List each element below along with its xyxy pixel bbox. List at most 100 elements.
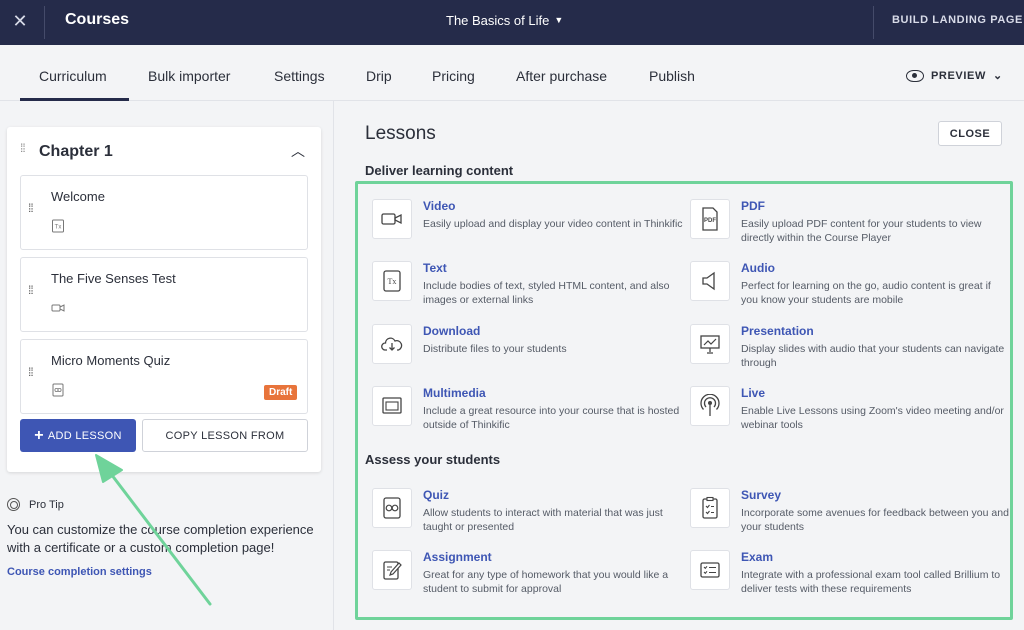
chapter-title[interactable]: Chapter 1 — [39, 143, 113, 161]
lesson-type-video[interactable]: Video Easily upload and display your vid… — [372, 199, 690, 255]
download-icon — [372, 324, 412, 364]
lesson-type-desc: Incorporate some avenues for feedback be… — [741, 506, 1009, 534]
lesson-type-name: Assignment — [423, 550, 492, 564]
lesson-type-name: Live — [741, 386, 765, 400]
copy-lesson-from-button[interactable]: COPY LESSON FROM — [142, 419, 308, 452]
lesson-type-assignment[interactable]: Assignment Great for any type of homewor… — [372, 550, 690, 606]
chevron-down-icon: ⌄ — [993, 69, 1003, 82]
lesson-type-desc: Allow students to interact with material… — [423, 506, 691, 534]
live-icon — [690, 386, 730, 426]
survey-icon — [690, 488, 730, 528]
pro-tip: Pro Tip — [7, 498, 64, 511]
lesson-type-desc: Include bodies of text, styled HTML cont… — [423, 279, 691, 307]
pdf-icon: PDF — [690, 199, 730, 239]
top-bar: ✕ Courses The Basics of Life▼ BUILD LAND… — [0, 0, 1024, 45]
multimedia-icon — [372, 386, 412, 426]
tab-publish[interactable]: Publish — [649, 68, 695, 84]
lesson-type-multimedia[interactable]: Multimedia Include a great resource into… — [372, 386, 690, 442]
video-icon — [51, 301, 65, 315]
svg-text:Tx: Tx — [388, 277, 397, 286]
lesson-type-desc: Distribute files to your students — [423, 342, 691, 356]
lesson-type-desc: Easily upload and display your video con… — [423, 217, 691, 231]
quiz-icon — [372, 488, 412, 528]
eye-icon — [906, 70, 924, 82]
lifebuoy-icon — [7, 498, 20, 511]
lesson-type-name: PDF — [741, 199, 765, 213]
assess-heading: Assess your students — [365, 452, 500, 467]
lessons-panel: Lessons CLOSE Deliver learning content V… — [335, 101, 1024, 630]
presentation-icon — [690, 324, 730, 364]
lesson-item[interactable]: ⁞⁞ The Five Senses Test — [20, 257, 308, 332]
tab-settings[interactable]: Settings — [274, 68, 325, 84]
svg-text:Tx: Tx — [55, 225, 62, 231]
lesson-type-name: Survey — [741, 488, 781, 502]
lesson-type-survey[interactable]: Survey Incorporate some avenues for feed… — [690, 488, 1008, 544]
lesson-type-text[interactable]: Tx Text Include bodies of text, styled H… — [372, 261, 690, 317]
course-selector[interactable]: The Basics of Life▼ — [446, 13, 563, 28]
close-icon[interactable]: ✕ — [10, 10, 30, 32]
build-landing-page-button[interactable]: BUILD LANDING PAGE → — [892, 14, 1024, 26]
divider — [44, 6, 45, 39]
lesson-type-download[interactable]: Download Distribute files to your studen… — [372, 324, 690, 380]
page-title: Courses — [65, 11, 129, 29]
text-icon: Tx — [51, 219, 65, 233]
lesson-type-name: Quiz — [423, 488, 449, 502]
preview-button[interactable]: PREVIEW ⌄ — [906, 69, 1003, 82]
tab-bulk-importer[interactable]: Bulk importer — [148, 68, 230, 84]
lesson-type-name: Video — [423, 199, 455, 213]
lesson-type-desc: Display slides with audio that your stud… — [741, 342, 1009, 370]
text-icon: Tx — [372, 261, 412, 301]
audio-icon — [690, 261, 730, 301]
lesson-type-desc: Include a great resource into your cours… — [423, 404, 691, 432]
preview-label: PREVIEW — [931, 70, 986, 82]
video-icon — [372, 199, 412, 239]
drag-handle-icon[interactable]: ⁞⁞ — [28, 370, 33, 375]
divider — [873, 6, 874, 39]
close-button[interactable]: CLOSE — [938, 121, 1002, 146]
lesson-name: The Five Senses Test — [51, 271, 176, 286]
add-lesson-label: ADD LESSON — [48, 430, 122, 442]
exam-icon — [690, 550, 730, 590]
tab-pricing[interactable]: Pricing — [432, 68, 475, 84]
tab-drip[interactable]: Drip — [366, 68, 392, 84]
pro-tip-label: Pro Tip — [29, 499, 64, 511]
lesson-name: Micro Moments Quiz — [51, 353, 170, 368]
lessons-panel-title: Lessons — [365, 123, 436, 145]
lesson-type-name: Exam — [741, 550, 773, 564]
lesson-type-desc: Easily upload PDF content for your stude… — [741, 217, 1009, 245]
tab-curriculum[interactable]: Curriculum — [39, 68, 107, 84]
lesson-type-desc: Perfect for learning on the go, audio co… — [741, 279, 1009, 307]
drag-handle-icon[interactable]: ⁞⁞ — [20, 145, 25, 151]
lesson-type-presentation[interactable]: Presentation Display slides with audio t… — [690, 324, 1008, 380]
lesson-type-name: Text — [423, 261, 447, 275]
lesson-type-desc: Integrate with a professional exam tool … — [741, 568, 1009, 596]
chapter-card: ⁞⁞ Chapter 1 ︿ ⁞⁞ Welcome Tx ⁞⁞ The Five… — [7, 127, 321, 472]
drag-handle-icon[interactable]: ⁞⁞ — [28, 288, 33, 293]
tab-after-purchase[interactable]: After purchase — [516, 68, 607, 84]
lesson-type-quiz[interactable]: Quiz Allow students to interact with mat… — [372, 488, 690, 544]
lesson-type-name: Download — [423, 324, 480, 338]
pro-tip-text: You can customize the course completion … — [7, 521, 327, 557]
lesson-type-pdf[interactable]: PDF PDF Easily upload PDF content for yo… — [690, 199, 1008, 255]
lesson-type-live[interactable]: Live Enable Live Lessons using Zoom's vi… — [690, 386, 1008, 442]
curriculum-sidebar: ⁞⁞ Chapter 1 ︿ ⁞⁞ Welcome Tx ⁞⁞ The Five… — [0, 101, 334, 630]
lesson-type-exam[interactable]: Exam Integrate with a professional exam … — [690, 550, 1008, 606]
lesson-type-name: Multimedia — [423, 386, 486, 400]
drag-handle-icon[interactable]: ⁞⁞ — [28, 206, 33, 211]
deliver-heading: Deliver learning content — [365, 163, 513, 178]
svg-text:PDF: PDF — [704, 218, 716, 224]
add-lesson-button[interactable]: + ADD LESSON — [20, 419, 136, 452]
lesson-item[interactable]: ⁞⁞ Micro Moments Quiz Draft — [20, 339, 308, 414]
lesson-name: Welcome — [51, 189, 105, 204]
plus-icon: + — [34, 427, 44, 445]
lesson-type-desc: Great for any type of homework that you … — [423, 568, 691, 596]
lesson-type-audio[interactable]: Audio Perfect for learning on the go, au… — [690, 261, 1008, 317]
lesson-item[interactable]: ⁞⁞ Welcome Tx — [20, 175, 308, 250]
quiz-icon — [51, 383, 65, 397]
course-completion-settings-link[interactable]: Course completion settings — [7, 566, 152, 578]
lesson-type-name: Presentation — [741, 324, 814, 338]
caret-down-icon: ▼ — [554, 15, 563, 25]
lesson-type-name: Audio — [741, 261, 775, 275]
chevron-up-icon[interactable]: ︿ — [291, 141, 305, 161]
lesson-type-desc: Enable Live Lessons using Zoom's video m… — [741, 404, 1009, 432]
